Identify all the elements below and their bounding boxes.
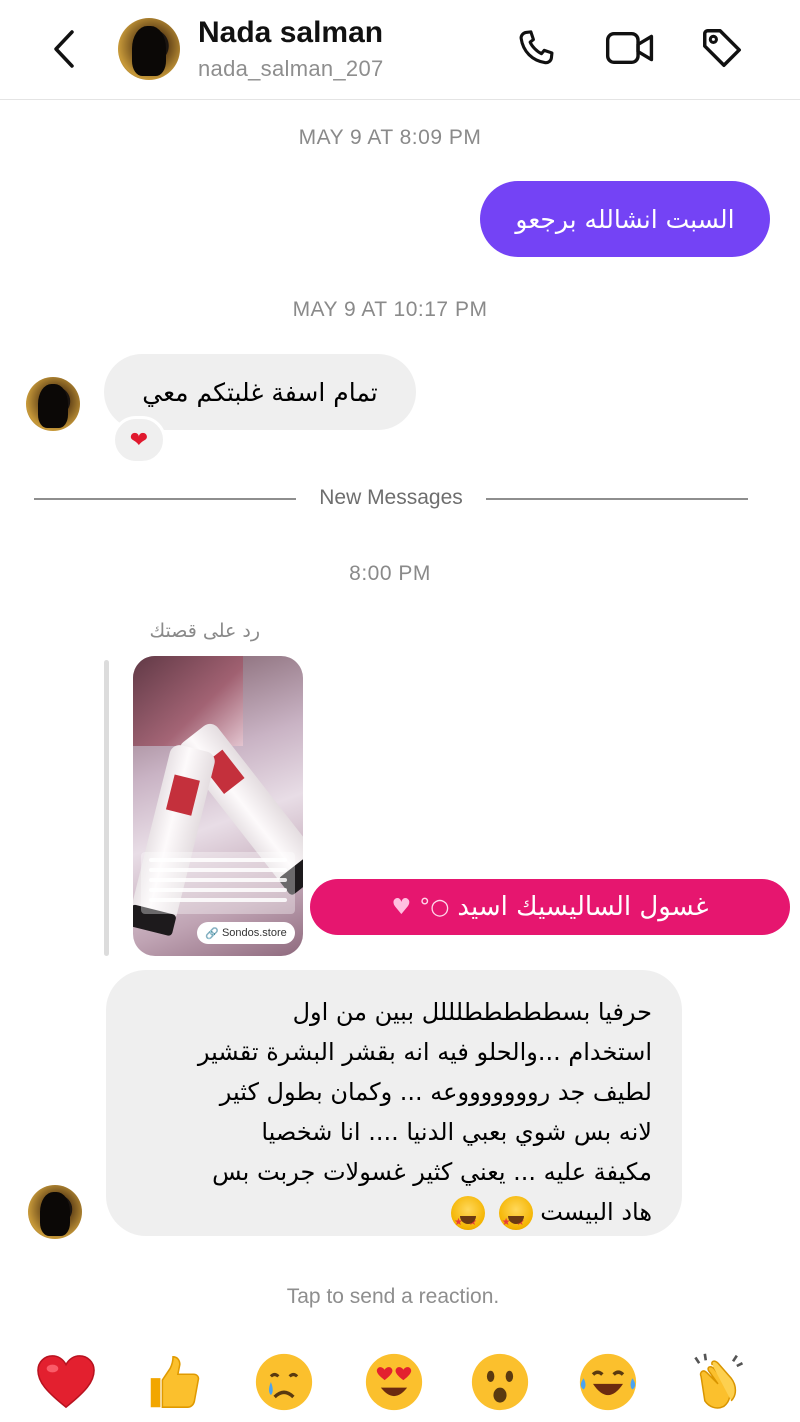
divider-line [486, 498, 748, 500]
timestamp: MAY 9 AT 8:09 PM [298, 126, 482, 149]
thumbs-up-reaction-icon[interactable] [142, 1350, 206, 1414]
message-text: غسول الساليسيك اسيد [457, 892, 709, 922]
story-caption-block [141, 852, 295, 914]
timestamp: MAY 9 AT 10:17 PM [292, 298, 488, 321]
store-link-text: Sondos.store [221, 927, 287, 939]
video-camera-icon[interactable] [604, 22, 656, 74]
quick-reaction-bar [0, 1344, 800, 1422]
chat-header: Nada salman nada_salman_207 [0, 0, 800, 100]
tag-icon[interactable] [696, 22, 748, 74]
heart-icon: ❤ [129, 427, 149, 453]
star-struck-emoji-icon [450, 1196, 485, 1243]
story-thumbnail[interactable]: 🔗 Sondos.store [133, 656, 303, 956]
message-line: لطيف جد روووووووعه ... وكمان بطول كثير [219, 1078, 652, 1106]
timestamp: 8:00 PM [349, 562, 431, 585]
contact-name[interactable]: Nada salman [198, 16, 383, 50]
sender-avatar[interactable] [26, 377, 80, 431]
heart-eyes-reaction-icon[interactable] [362, 1350, 426, 1414]
star-struck-emoji-icon [498, 1196, 533, 1243]
new-messages-divider: New Messages [319, 486, 463, 509]
heart-reaction-icon[interactable] [34, 1350, 98, 1414]
laughing-tears-reaction-icon[interactable] [576, 1350, 640, 1414]
reply-indicator-bar [104, 660, 109, 956]
heart-reaction-badge[interactable]: ❤ [112, 416, 166, 464]
phone-icon[interactable] [510, 22, 562, 74]
avatar[interactable] [118, 18, 180, 80]
incoming-message[interactable]: حرفيا بسطططططلللل ببين من اول استخدام ..… [106, 970, 682, 1243]
bubbles-icon: ○° [419, 894, 450, 920]
message-line: استخدام ...والحلو فيه انه بقشر البشرة تق… [197, 1038, 652, 1066]
message-line: لانه بس شوي بعبي الدنيا .... انا شخصيا [261, 1118, 652, 1146]
reaction-hint: Tap to send a reaction. [286, 1285, 500, 1308]
outgoing-message[interactable]: السبت انشالله برجعو [480, 181, 770, 257]
sender-avatar[interactable] [28, 1185, 82, 1239]
message-line-last: هاد البيست [128, 1192, 652, 1243]
message-line: هاد البيست [540, 1198, 652, 1226]
divider-line [34, 498, 296, 500]
outgoing-message[interactable]: غسول الساليسيك اسيد ○° ♥ [310, 879, 790, 935]
clapping-hands-reaction-icon[interactable] [686, 1350, 750, 1414]
story-reply-label: رد على قصتك [149, 620, 260, 642]
link-icon: 🔗 [205, 927, 219, 940]
surprised-face-reaction-icon[interactable] [468, 1350, 532, 1414]
message-line: حرفيا بسطططططلللل ببين من اول [292, 998, 652, 1026]
pink-heart-icon: ♥ [391, 894, 412, 920]
store-link-sticker[interactable]: 🔗 Sondos.store [197, 922, 295, 944]
back-chevron-icon[interactable] [44, 24, 84, 74]
message-line: مكيفة عليه ... يعني كثير غسولات جربت بس [212, 1158, 652, 1186]
story-image-background [133, 656, 243, 746]
crying-face-reaction-icon[interactable] [252, 1350, 316, 1414]
contact-username: nada_salman_207 [198, 56, 384, 81]
